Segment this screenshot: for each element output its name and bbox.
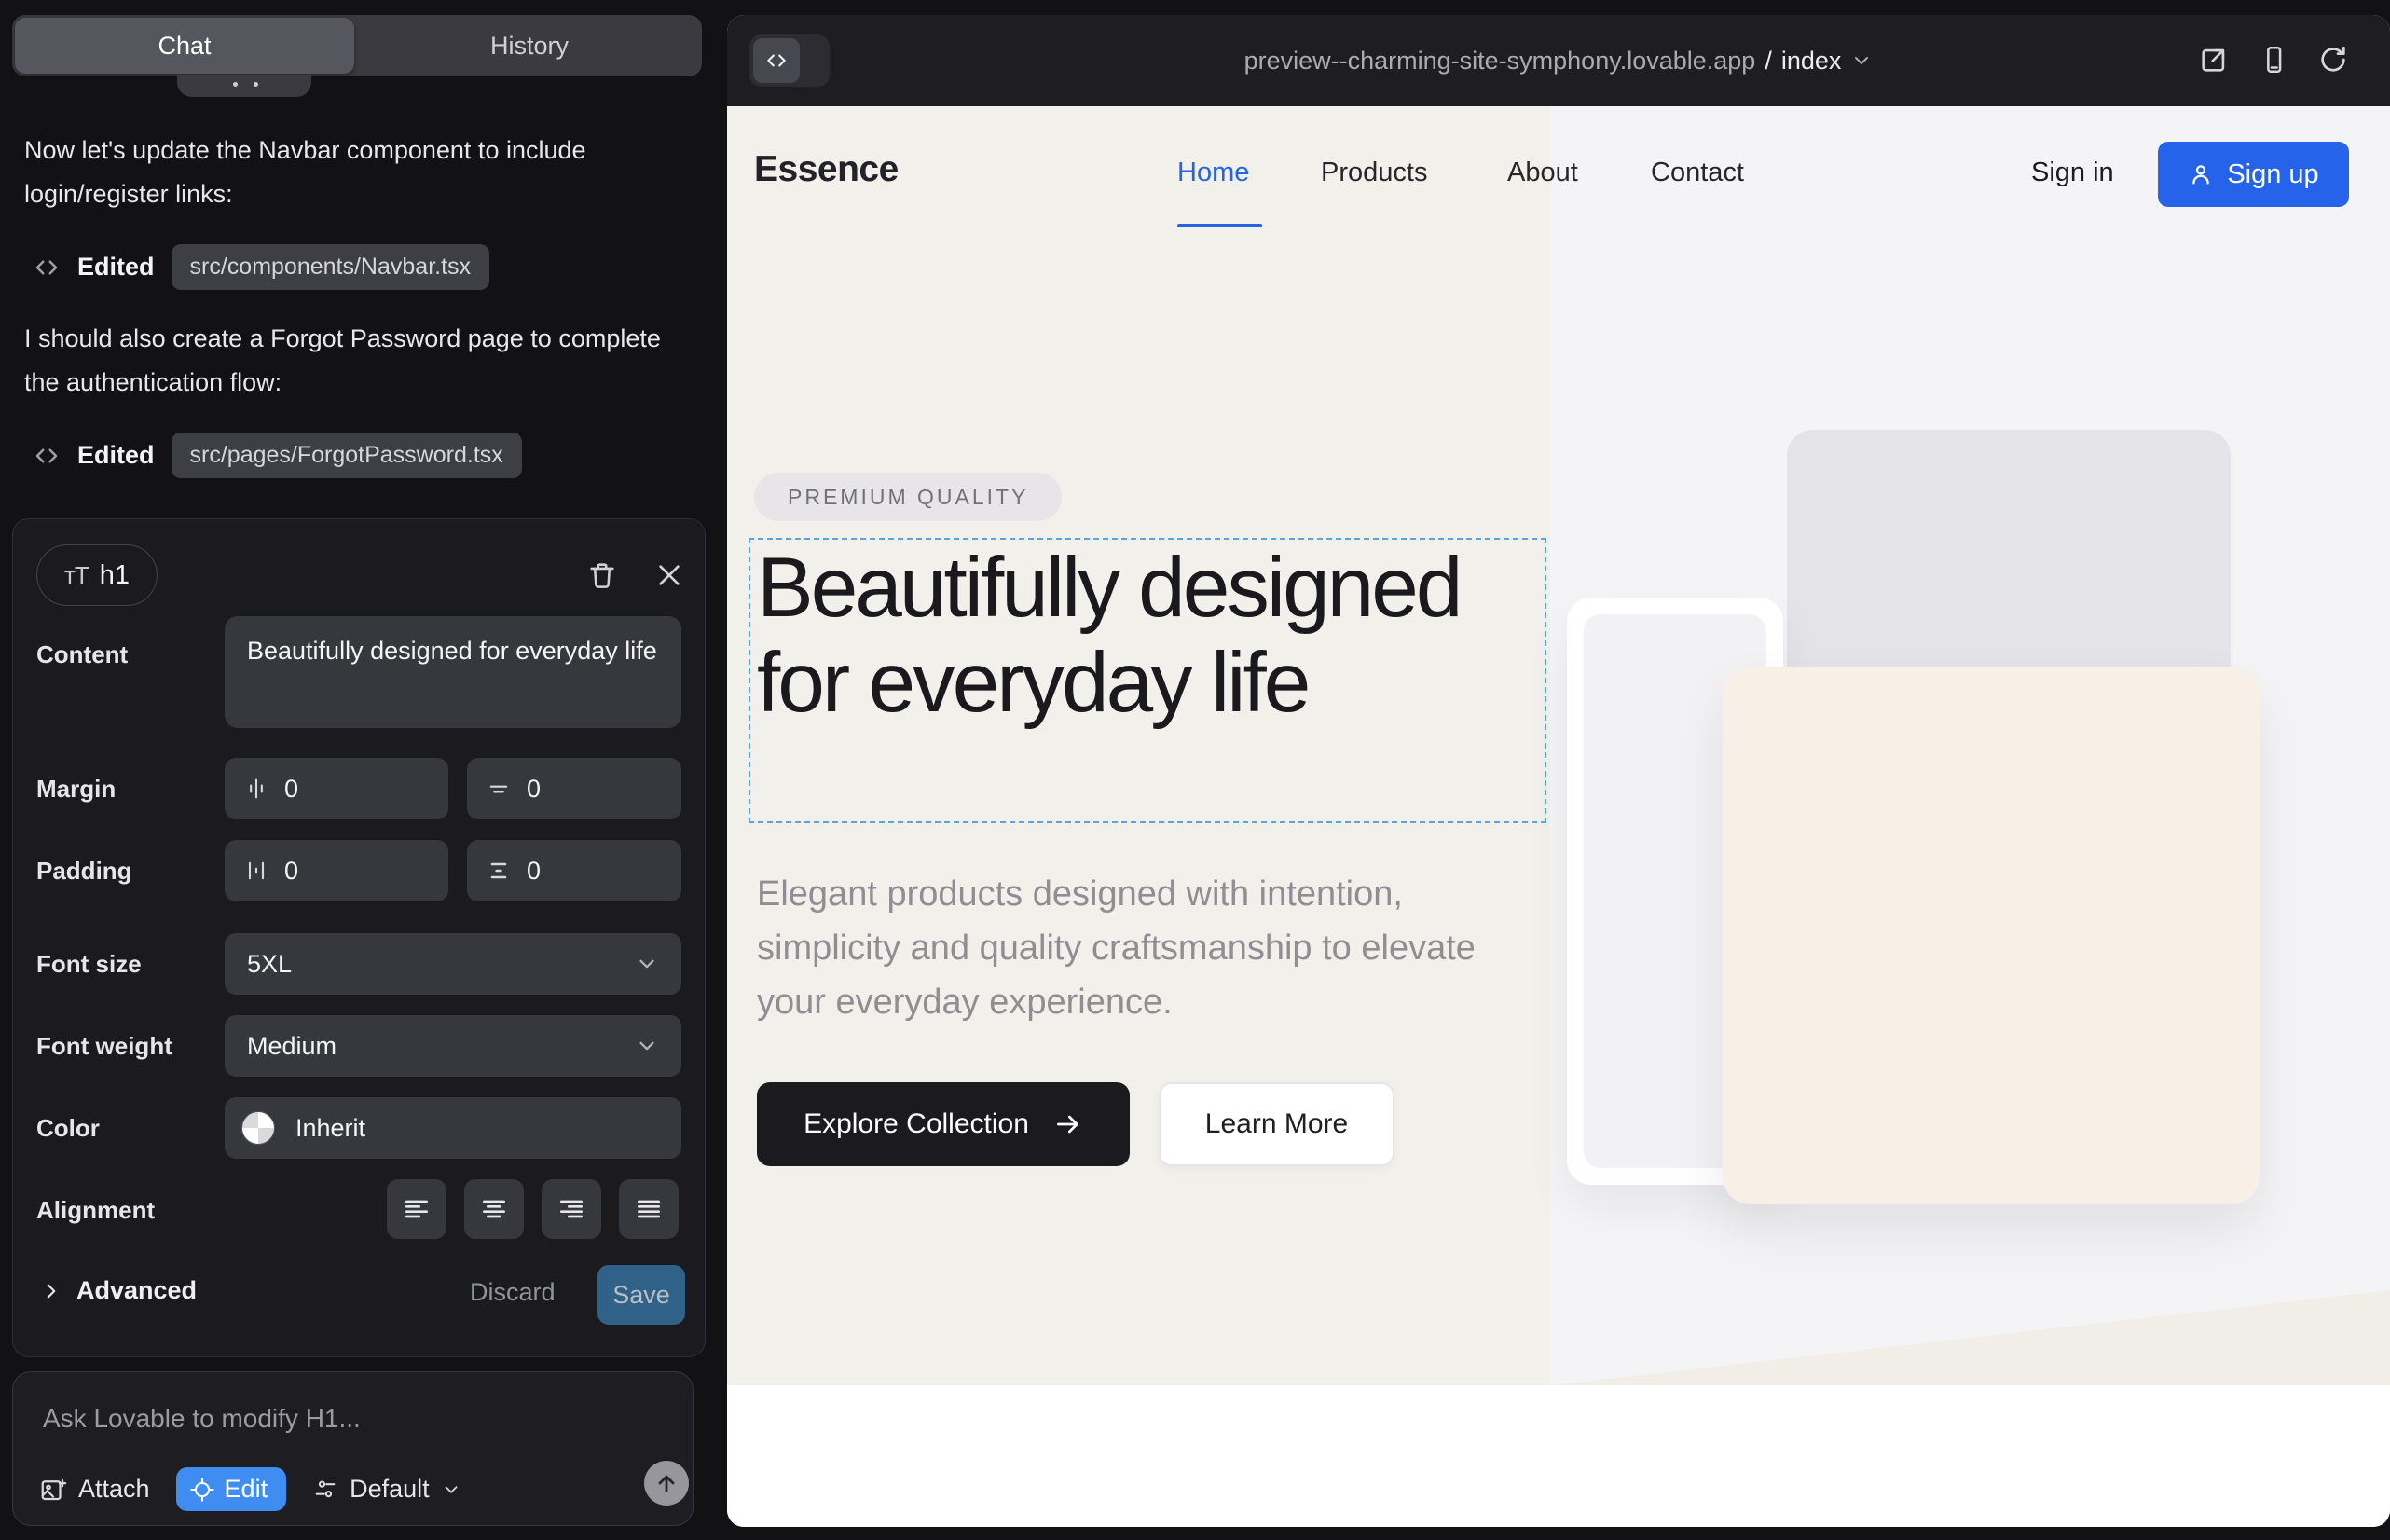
user-icon (2188, 161, 2214, 187)
preview-url-bar[interactable]: preview--charming-site-symphony.lovable.… (727, 15, 2390, 106)
selected-element-pill[interactable]: тT h1 (36, 544, 158, 606)
content-input[interactable]: Beautifully designed for everyday life (225, 616, 681, 728)
assistant-message: I should also create a Forgot Password p… (24, 317, 691, 405)
align-right-button[interactable] (542, 1179, 601, 1239)
chat-composer[interactable]: Ask Lovable to modify H1... Attach Edit (12, 1371, 694, 1526)
align-center-button[interactable] (464, 1179, 524, 1239)
nav-about-link[interactable]: About (1507, 158, 1578, 188)
code-icon (33, 442, 61, 470)
composer-placeholder: Ask Lovable to modify H1... (43, 1404, 361, 1434)
element-editor-panel: тT h1 Content Beautifully designed for e… (12, 518, 706, 1357)
edited-file-row: Edited src/pages/ForgotPassword.tsx (33, 433, 522, 478)
app-window: Chat History Now let's update the Navbar… (0, 0, 2390, 1540)
target-icon (189, 1477, 215, 1503)
padding-label: Padding (36, 857, 132, 886)
chevron-down-icon (635, 1034, 659, 1058)
send-button[interactable] (644, 1461, 689, 1506)
file-chip[interactable]: src/components/Navbar.tsx (172, 244, 490, 290)
margin-y-input[interactable]: 0 (467, 758, 681, 819)
type-icon: тT (64, 561, 89, 590)
learn-more-button[interactable]: Learn More (1159, 1082, 1394, 1166)
file-chip[interactable]: src/pages/ForgotPassword.tsx (172, 433, 522, 478)
model-default-select[interactable]: Default (312, 1475, 461, 1504)
hero-paragraph: Elegant products designed with intention… (757, 867, 1503, 1029)
scrolled-chip-partial (177, 75, 311, 97)
delete-element-button[interactable] (584, 557, 621, 594)
save-button[interactable]: Save (598, 1265, 685, 1325)
open-in-new-tab-icon[interactable] (2198, 44, 2230, 76)
advanced-toggle[interactable]: Advanced (39, 1276, 197, 1305)
margin-x-input[interactable]: 0 (225, 758, 448, 819)
chevron-down-icon (1850, 49, 1873, 72)
nav-products-link[interactable]: Products (1321, 158, 1427, 188)
chevron-down-icon (635, 952, 659, 976)
color-label: Color (36, 1114, 100, 1143)
align-justify-button[interactable] (619, 1179, 679, 1239)
assistant-message: Now let's update the Navbar component to… (24, 129, 691, 216)
content-label: Content (36, 640, 128, 669)
color-swatch (241, 1111, 275, 1145)
preview-header: preview--charming-site-symphony.lovable.… (727, 15, 2390, 106)
site-preview: Essence Home Products About Contact Sign… (727, 106, 2390, 1527)
refresh-icon[interactable] (2317, 44, 2349, 76)
close-icon[interactable] (651, 557, 688, 594)
nav-home-link[interactable]: Home (1177, 158, 1249, 188)
font-size-label: Font size (36, 950, 142, 979)
color-select[interactable]: Inherit (225, 1097, 681, 1159)
decor-rect-cream (1723, 667, 2260, 1204)
padding-y-icon (486, 858, 512, 884)
margin-label: Margin (36, 775, 116, 804)
chat-sidebar: Chat History Now let's update the Navbar… (0, 0, 725, 1540)
sliders-icon (312, 1477, 338, 1503)
preview-window: preview--charming-site-symphony.lovable.… (727, 15, 2390, 1527)
hero-heading[interactable]: Beautifully designed for everyday life (757, 541, 1484, 731)
nav-contact-link[interactable]: Contact (1651, 158, 1744, 188)
image-plus-icon (39, 1476, 67, 1504)
padding-x-icon (243, 858, 269, 884)
font-weight-select[interactable]: Medium (225, 1015, 681, 1077)
sign-in-link[interactable]: Sign in (2031, 158, 2114, 188)
padding-x-input[interactable]: 0 (225, 840, 448, 901)
explore-collection-button[interactable]: Explore Collection (757, 1082, 1130, 1166)
edited-label: Edited (77, 253, 155, 282)
sidebar-tab-bar: Chat History (12, 15, 702, 76)
element-tag-label: h1 (100, 560, 130, 591)
padding-y-input[interactable]: 0 (467, 840, 681, 901)
margin-y-icon (486, 776, 512, 802)
edited-file-row: Edited src/components/Navbar.tsx (33, 244, 489, 290)
font-size-select[interactable]: 5XL (225, 933, 681, 995)
active-nav-underline (1177, 224, 1262, 227)
align-left-button[interactable] (387, 1179, 446, 1239)
font-weight-label: Font weight (36, 1032, 172, 1061)
attach-button[interactable]: Attach (39, 1475, 150, 1504)
tab-history[interactable]: History (360, 18, 699, 74)
margin-x-icon (243, 776, 269, 802)
tab-chat[interactable]: Chat (15, 18, 354, 74)
edit-mode-button[interactable]: Edit (176, 1467, 287, 1511)
sign-up-button[interactable]: Sign up (2158, 142, 2349, 207)
code-icon (33, 254, 61, 282)
alignment-label: Alignment (36, 1196, 155, 1225)
site-logo[interactable]: Essence (754, 149, 899, 190)
premium-quality-badge: PREMIUM QUALITY (754, 473, 1062, 521)
arrow-right-icon (1053, 1109, 1083, 1139)
discard-button[interactable]: Discard (470, 1278, 556, 1307)
chevron-right-icon (39, 1279, 63, 1303)
chevron-down-icon (441, 1479, 461, 1500)
edited-label: Edited (77, 441, 155, 470)
mobile-view-icon[interactable] (2258, 44, 2289, 76)
